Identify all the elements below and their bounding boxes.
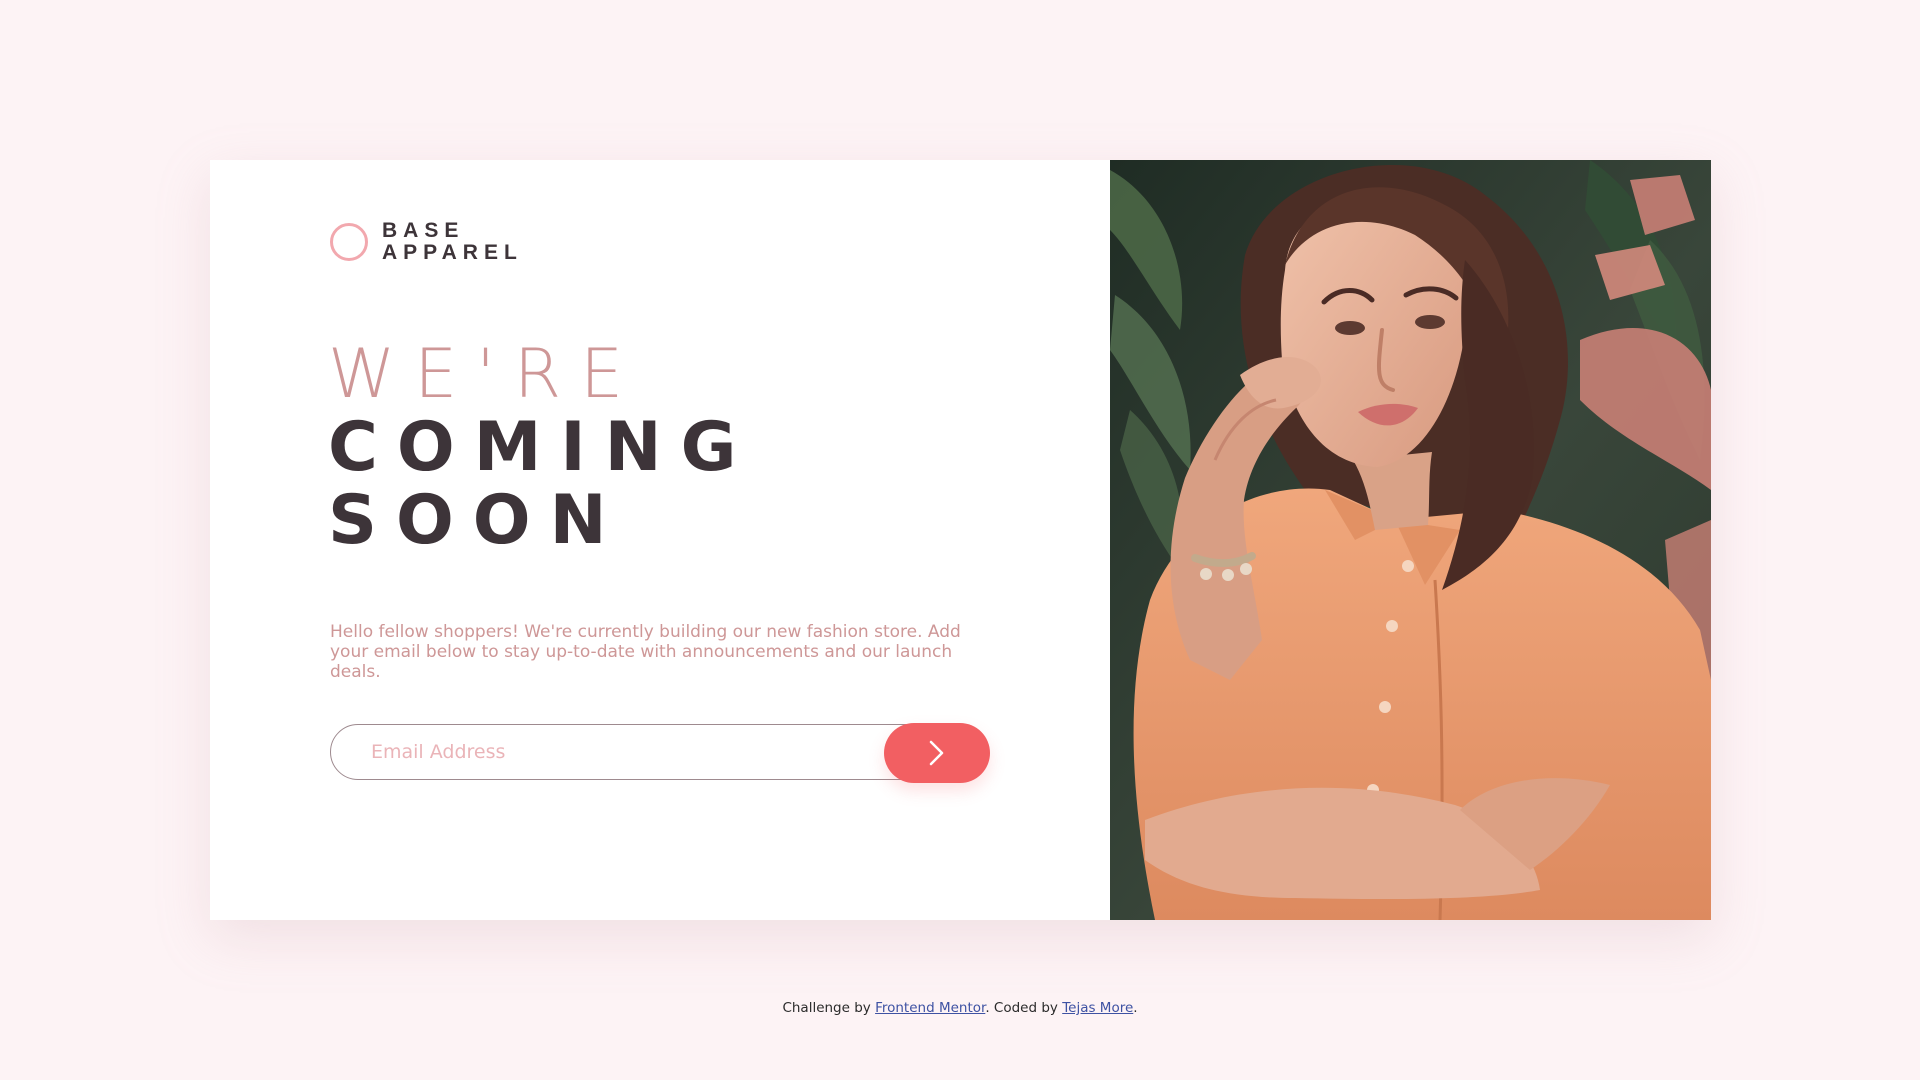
title-line-1: WE'RE: [328, 335, 643, 414]
frontend-mentor-link[interactable]: Frontend Mentor: [875, 1000, 985, 1016]
intro-text: Hello fellow shoppers! We're currently b…: [330, 622, 961, 682]
model-photo: [1110, 160, 1711, 920]
brand-logo[interactable]: BASE APPAREL: [330, 220, 523, 264]
hero-image: [1110, 160, 1711, 920]
tejas-more-link[interactable]: Tejas More: [1062, 1000, 1133, 1016]
submit-button[interactable]: [884, 723, 990, 783]
title-line-2: COMING: [328, 408, 756, 487]
chevron-right-icon: [929, 740, 944, 766]
attribution: Challenge by Frontend Mentor. Coded by T…: [0, 1000, 1920, 1016]
attribution-suffix: .: [1133, 1000, 1138, 1016]
brand-line-1: BASE: [382, 219, 465, 242]
coming-soon-card: BASE APPAREL WE'RE COMING SOON Hello fel…: [210, 160, 1711, 920]
brand-wordmark: BASE APPAREL: [382, 220, 523, 264]
ring-icon: [330, 223, 368, 261]
attribution-prefix: Challenge by: [782, 1000, 871, 1016]
email-input[interactable]: [330, 724, 950, 780]
page-title: WE'RE COMING SOON: [328, 338, 755, 557]
content-panel: BASE APPAREL WE'RE COMING SOON Hello fel…: [210, 160, 1110, 920]
brand-line-2: APPAREL: [382, 241, 523, 264]
newsletter-form: [330, 723, 990, 783]
attribution-middle: . Coded by: [985, 1000, 1058, 1016]
title-line-3: SOON: [328, 481, 626, 560]
